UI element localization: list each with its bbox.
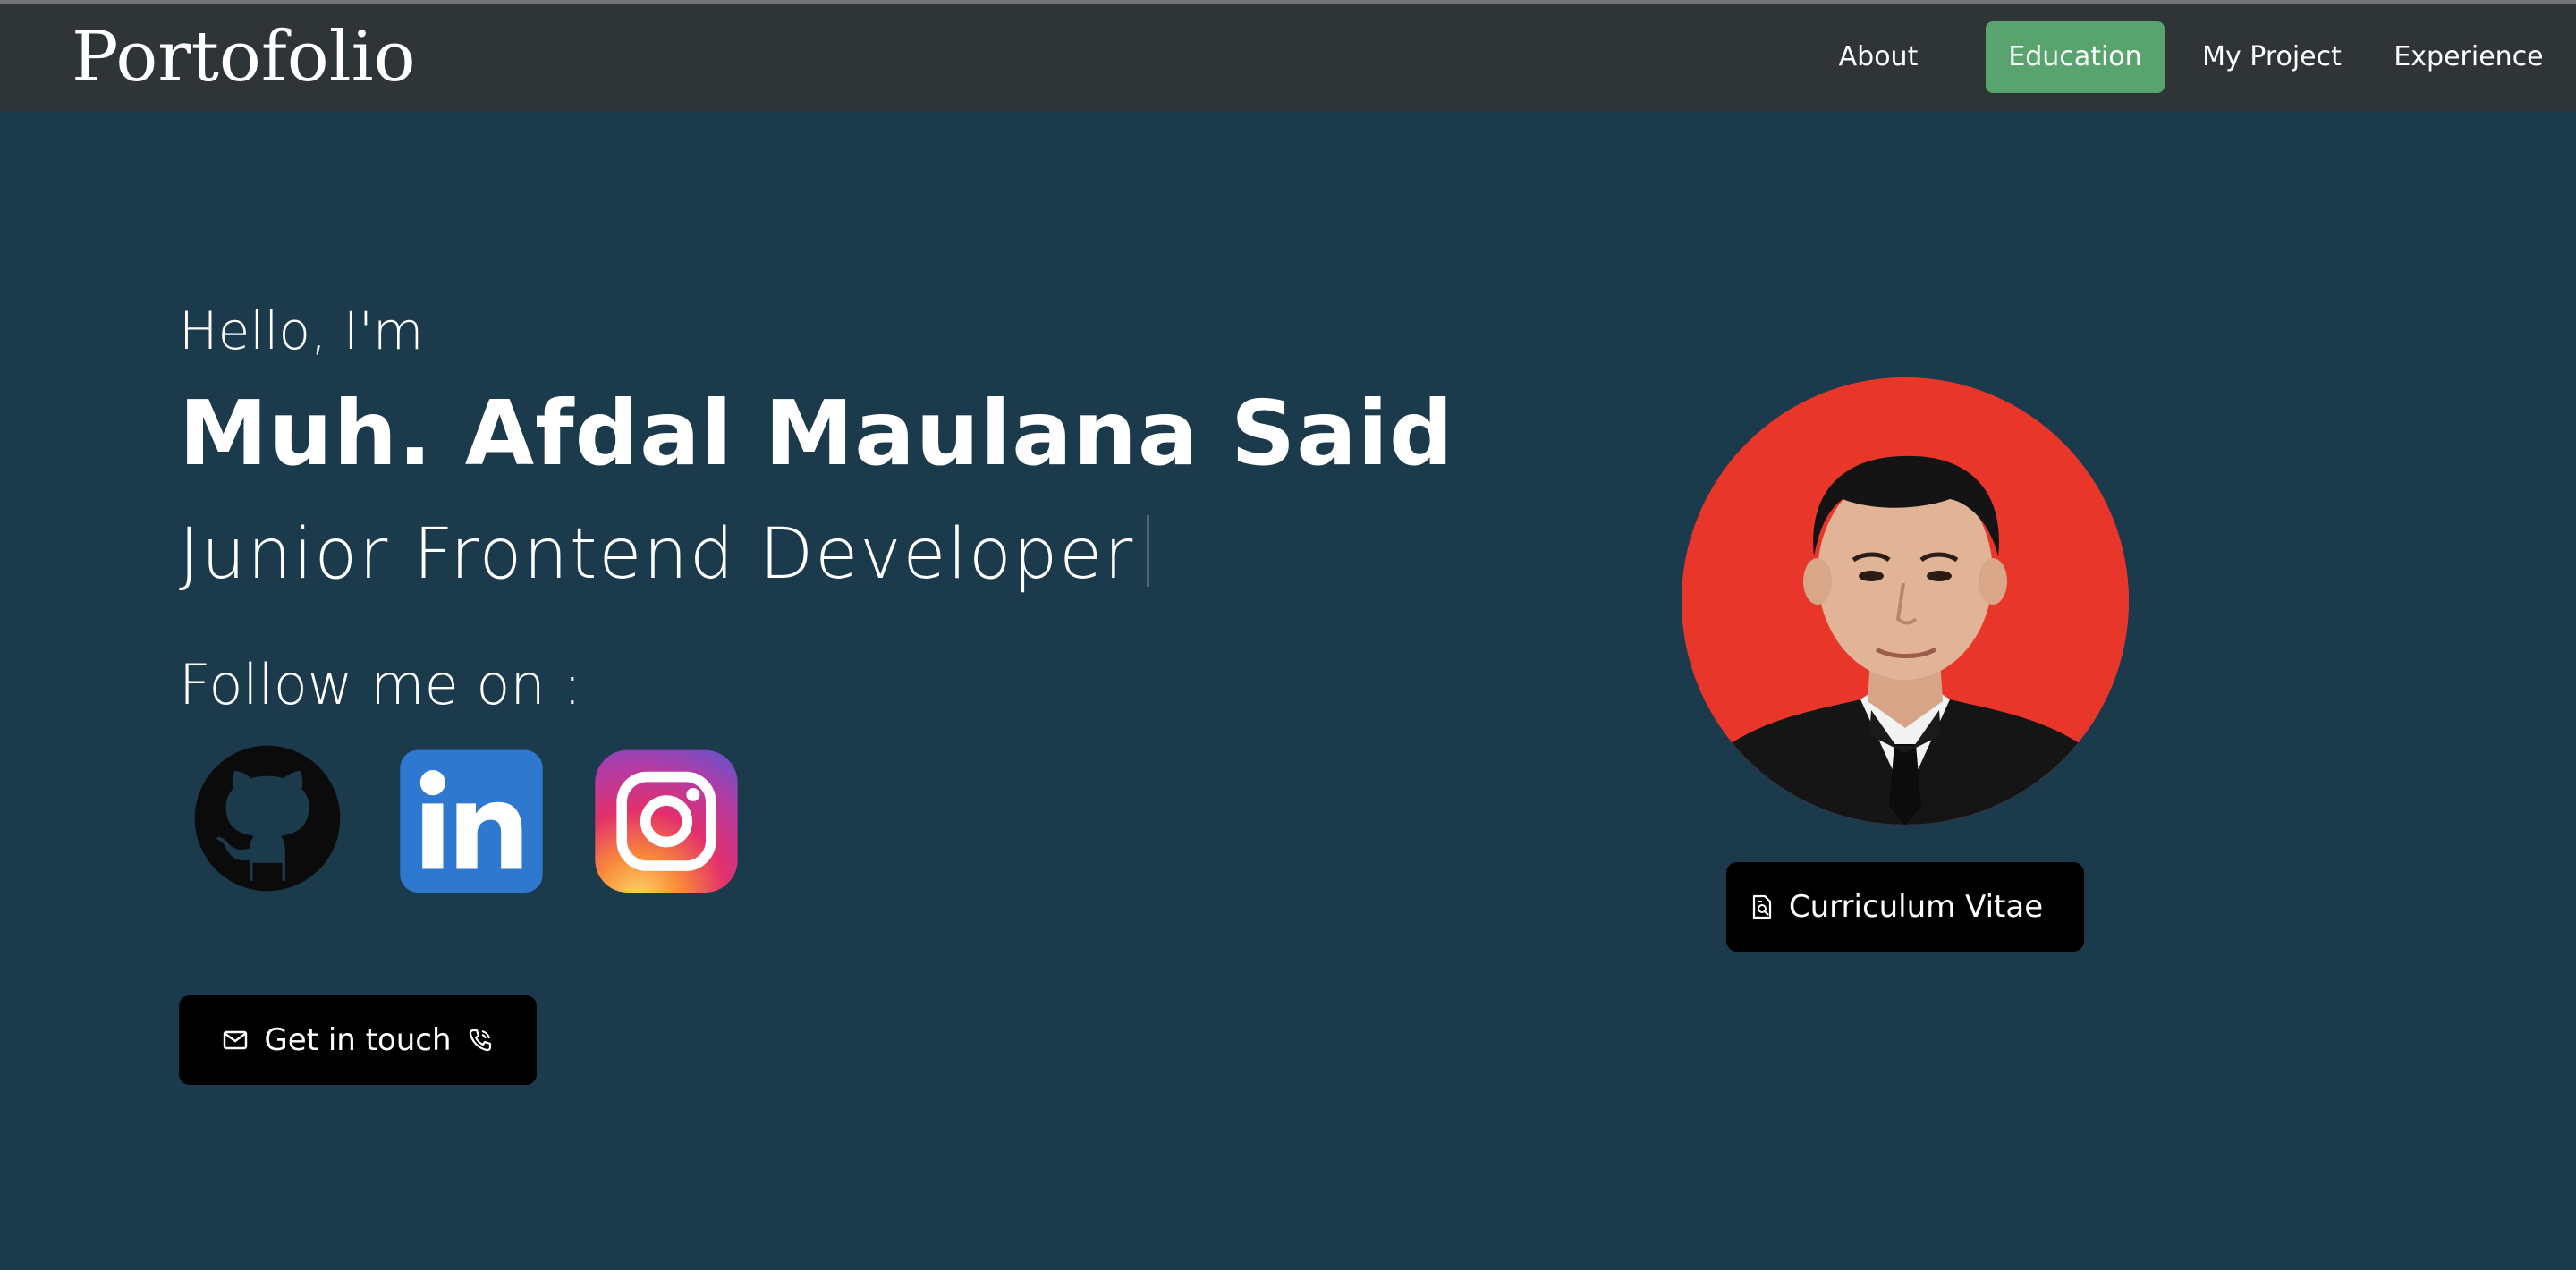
mail-icon [224,1030,248,1050]
linkedin-icon [400,749,543,893]
navbar: Portofolio About Education My Project Ex… [0,0,2576,111]
github-icon [194,745,341,892]
document-search-icon [1752,894,1771,919]
typing-caret [1147,515,1150,587]
greeting: Hello, I'm [179,301,424,361]
get-in-touch-button[interactable]: Get in touch [179,995,537,1085]
linkedin-link[interactable] [397,744,546,893]
nav-experience[interactable]: Experience [2379,21,2558,93]
nav-education[interactable]: Education [1986,21,2165,93]
person-name: Muh. Afdal Maulana Said [179,381,1454,486]
phone-icon [469,1029,491,1052]
nav-my-project[interactable]: My Project [2191,21,2352,93]
instagram-icon [595,749,738,893]
curriculum-vitae-button[interactable]: Curriculum Vitae [1726,862,2084,952]
brand-logo[interactable]: Portofolio [72,14,416,100]
job-title: Junior Frontend Developer [179,505,1150,604]
nav-about[interactable]: About [1816,21,1941,93]
get-in-touch-label: Get in touch [264,1022,452,1058]
instagram-link[interactable] [592,744,741,893]
profile-portrait [1682,377,2129,825]
follow-label: Follow me on : [179,652,582,717]
profile-photo [1682,377,2129,825]
curriculum-vitae-label: Curriculum Vitae [1788,889,2044,925]
job-title-text: Junior Frontend Developer [179,514,1135,595]
github-link[interactable] [193,744,342,893]
